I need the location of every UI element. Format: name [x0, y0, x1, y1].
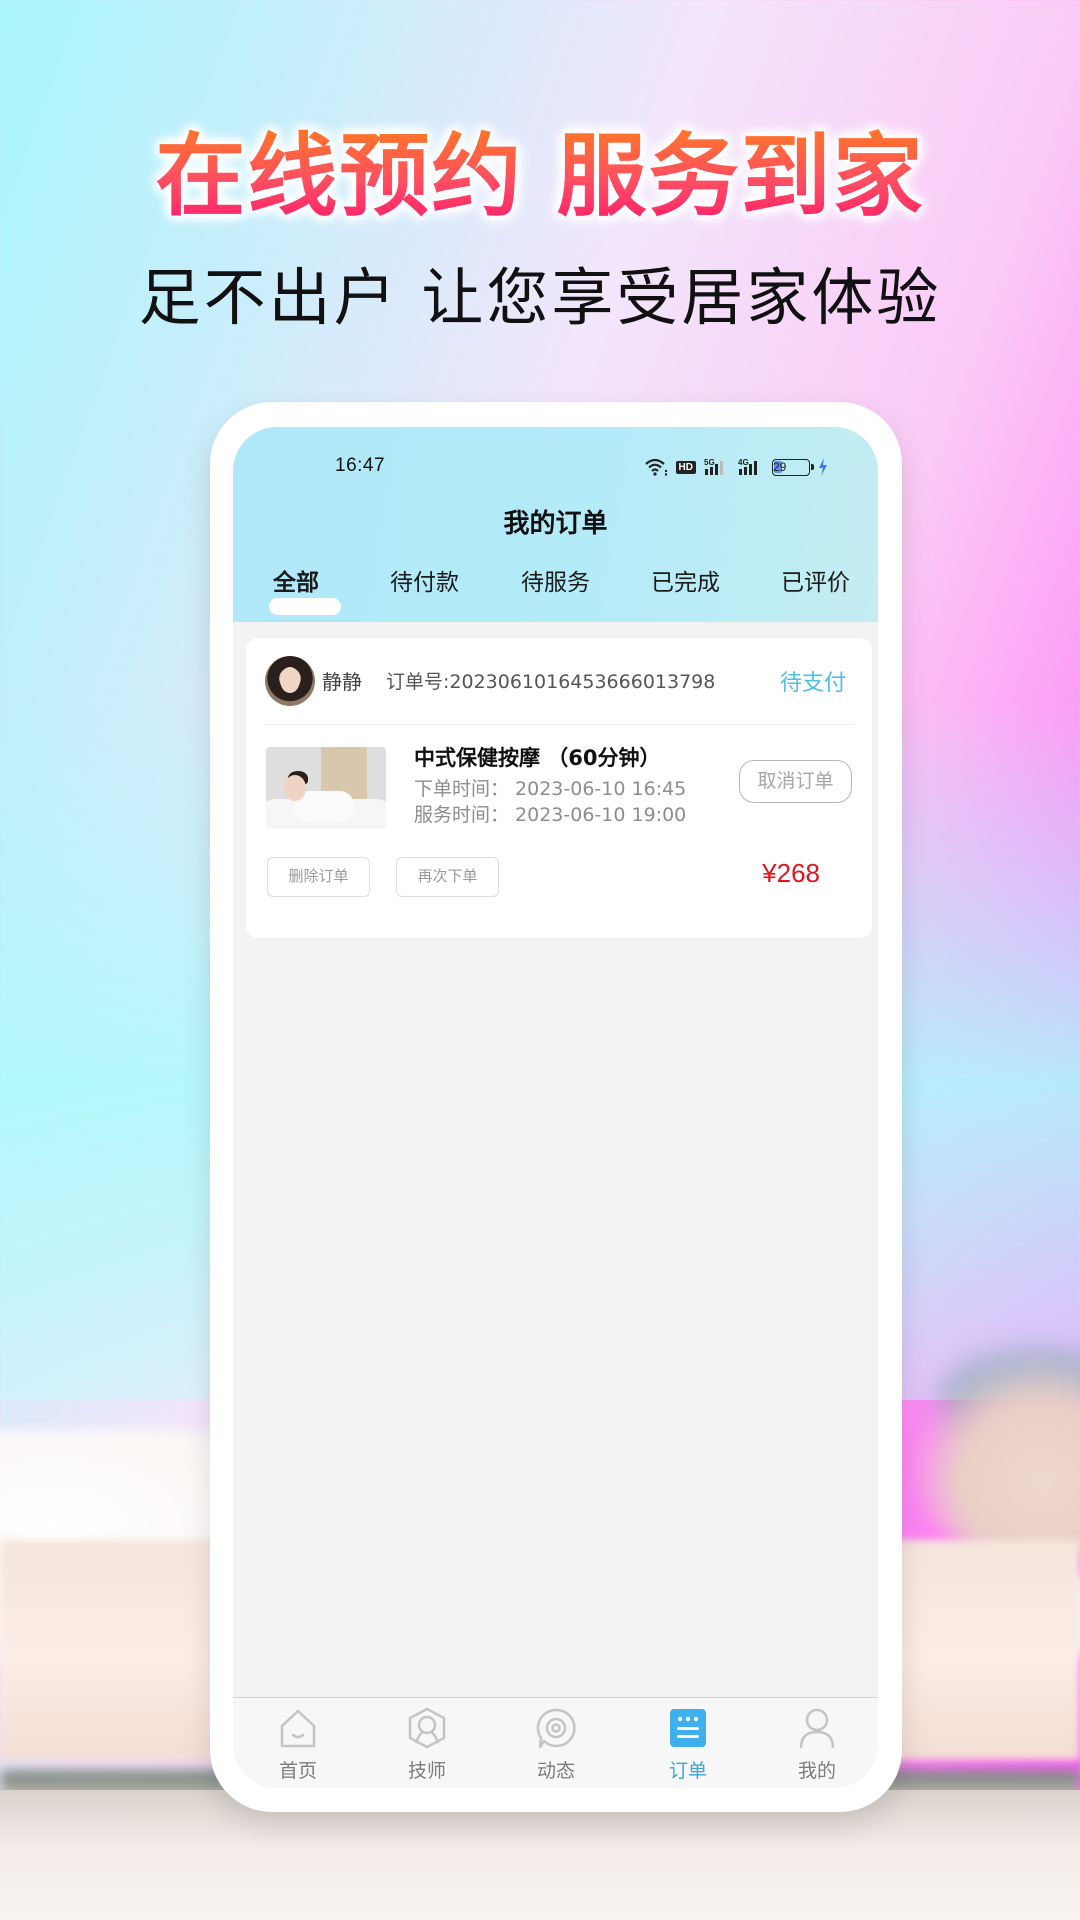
page-title: 我的订单: [503, 509, 608, 539]
avatar: [265, 656, 315, 706]
technician-icon: [405, 1706, 449, 1750]
service-time: 服务时间： 2023-06-10 19:00: [414, 804, 687, 826]
tabbar-label-orders: 订单: [668, 1760, 707, 1782]
tabbar-item-technician[interactable]: 技师: [377, 1706, 477, 1786]
card-divider: [264, 724, 854, 725]
battery-icon: 29: [772, 458, 814, 476]
battery-level: 29: [773, 460, 787, 474]
service-title: 中式保健按摩 （60分钟）: [414, 746, 661, 770]
service-thumbnail[interactable]: [266, 747, 386, 829]
tab-pending-payment[interactable]: 待付款: [390, 563, 459, 597]
tab-pending-service[interactable]: 待服务: [521, 563, 590, 597]
tabbar-label-home: 首页: [278, 1760, 317, 1782]
bottom-tab-bar: 首页 技师 动态 订单 我的: [233, 1697, 878, 1788]
active-tab-indicator: [269, 598, 341, 615]
tabbar-label-profile: 我的: [797, 1760, 836, 1782]
phone-screen: 16:47 HD 5G 4G 29 我的订单 全部 待付款 待服务 已完成 已评…: [233, 427, 878, 1788]
reorder-button[interactable]: 再次下单: [396, 857, 499, 897]
hd-badge: HD: [675, 460, 696, 474]
svg-text:5G: 5G: [704, 458, 715, 467]
order-number: 订单号:2023061016453666013798: [386, 671, 716, 693]
order-tabs: 全部 待付款 待服务 已完成 已评价: [233, 563, 878, 603]
tabbar-item-profile[interactable]: 我的: [767, 1706, 867, 1786]
tab-completed[interactable]: 已完成: [651, 563, 720, 597]
order-status: 待支付: [779, 671, 846, 696]
cancel-order-button[interactable]: 取消订单: [739, 760, 852, 803]
status-time: 16:47: [335, 455, 386, 476]
tabbar-item-home[interactable]: 首页: [248, 1706, 348, 1786]
tab-reviewed[interactable]: 已评价: [781, 563, 850, 597]
tabbar-label-feed: 动态: [536, 1760, 575, 1782]
delete-order-button[interactable]: 删除订单: [267, 857, 370, 897]
tabbar-label-technician: 技师: [407, 1760, 446, 1782]
order-card[interactable]: 静静 订单号:2023061016453666013798 待支付 中式保健按摩…: [246, 638, 872, 938]
wifi-icon: [644, 458, 668, 476]
promo-headline: 在线预约 服务到家: [0, 122, 1080, 232]
home-icon: [276, 1706, 320, 1750]
tabbar-item-feed[interactable]: 动态: [506, 1706, 606, 1786]
tab-all[interactable]: 全部: [273, 563, 319, 597]
svg-text:4G: 4G: [738, 458, 749, 467]
status-icons: HD 5G 4G 29: [644, 457, 828, 477]
promo-headline-text: 在线预约 服务到家: [155, 124, 925, 229]
signal-5g-icon: 5G: [704, 458, 730, 476]
username: 静静: [322, 670, 362, 694]
profile-icon: [795, 1706, 839, 1750]
orders-icon: [666, 1706, 710, 1750]
order-price: ¥268: [762, 858, 820, 888]
tabbar-item-orders[interactable]: 订单: [638, 1706, 738, 1786]
app-header: 16:47 HD 5G 4G 29 我的订单 全部 待付款 待服务 已完成 已评…: [233, 427, 878, 622]
feed-icon: [534, 1706, 578, 1750]
promo-subheadline: 足不出户 让您享受居家体验: [138, 261, 942, 334]
order-time: 下单时间： 2023-06-10 16:45: [414, 778, 687, 800]
charging-icon: [818, 458, 828, 476]
signal-4g-icon: 4G: [738, 458, 764, 476]
